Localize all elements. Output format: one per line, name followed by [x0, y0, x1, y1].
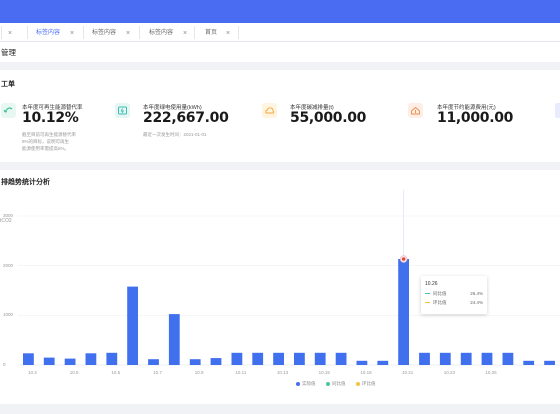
chart-bar[interactable] — [64, 358, 76, 365]
chart-bar[interactable] — [439, 352, 451, 365]
close-icon[interactable]: × — [183, 27, 187, 40]
kpi-savings-value: 11,000.00 — [437, 110, 514, 126]
chart-bar[interactable] — [43, 357, 55, 365]
x-tick-label: 10.18 — [360, 370, 372, 375]
close-icon[interactable]: × — [70, 27, 74, 40]
legend-dot-icon — [356, 381, 360, 386]
y-tick-label: 1000 — [3, 312, 14, 318]
chart-bar[interactable] — [210, 358, 222, 365]
tab-label: 标签内容 — [36, 30, 61, 36]
chart-bar[interactable] — [314, 352, 326, 365]
x-tick-label: 10.9 — [194, 370, 204, 375]
tab-3[interactable]: 标签内容 × — [149, 27, 209, 40]
tab-separator — [238, 26, 239, 39]
legend-dot-icon — [326, 381, 330, 386]
legend-item-mom[interactable]: 环比值 — [356, 381, 376, 387]
page-header: 管理 — [0, 42, 560, 62]
chart-bar[interactable] — [356, 360, 368, 365]
tooltip-row-name: 同比值 — [433, 291, 447, 296]
chart-bar[interactable] — [252, 352, 264, 365]
chart-bar[interactable] — [294, 352, 305, 365]
chart-bar[interactable] — [398, 259, 409, 365]
x-tick-label: 10.5 — [111, 370, 121, 375]
chart-bar[interactable] — [523, 360, 535, 365]
tooltip-row-name: 环比值 — [433, 300, 447, 305]
chart-bar[interactable] — [23, 353, 34, 365]
tab-home[interactable]: 首页 × — [205, 27, 245, 40]
tab-1[interactable]: 标签内容 × — [36, 27, 96, 40]
legend-label: 实际值 — [302, 381, 316, 386]
chart-bar[interactable] — [273, 352, 284, 365]
chart-bar[interactable] — [419, 352, 430, 365]
tooltip-row-value: 24.4% — [470, 300, 483, 305]
tab-separator — [83, 26, 84, 39]
legend-line-icon — [425, 293, 430, 294]
legend-line-icon — [425, 302, 430, 303]
leaf-cycle-icon — [1, 103, 16, 118]
x-tick-label: 10.15 — [318, 370, 330, 375]
kpi-renewable-desc-1: 截至目前可再生能源替代率 — [22, 132, 76, 137]
tab-2[interactable]: 标签内容 × — [92, 27, 152, 40]
close-icon[interactable]: × — [226, 27, 230, 40]
x-tick-label: 10.3 — [28, 370, 37, 375]
kpi-carbon-value: 55,000.00 — [290, 110, 367, 126]
tab-label: 首页 — [205, 30, 218, 36]
x-tick-label: 10.5 — [69, 370, 79, 375]
x-tick-label: 10.23 — [443, 370, 455, 375]
tab-separator — [139, 26, 140, 39]
y-tick-label: 3000 — [3, 213, 14, 218]
highlight-marker-dot — [401, 257, 406, 261]
chart-bar[interactable] — [460, 352, 472, 365]
y-tick-label: 2000 — [3, 262, 14, 268]
x-tick-label: 10.13 — [276, 370, 289, 375]
x-tick-label: 10.25 — [485, 370, 497, 375]
chart-bar[interactable] — [481, 352, 493, 365]
top-app-bar — [0, 0, 560, 23]
chart-bar[interactable] — [148, 359, 159, 365]
kpi-overflow-icon — [555, 103, 560, 118]
legend-item-yoy[interactable]: 同比值 — [326, 381, 346, 387]
legend-dot-icon — [296, 381, 300, 386]
chart-bar[interactable] — [377, 360, 389, 365]
chart-bar[interactable] — [189, 359, 201, 365]
x-tick-label: 10.7 — [153, 370, 162, 375]
legend-item-actual[interactable]: 实际值 — [296, 381, 316, 387]
chart-bar[interactable] — [168, 314, 180, 365]
kpi-renewable-desc-3: 能源使用率需提高8%。 — [22, 146, 70, 151]
tooltip-row-value: 26.4% — [470, 291, 483, 296]
legend-label: 环比值 — [362, 381, 376, 386]
green-power-icon — [115, 103, 130, 118]
chart-bar[interactable] — [85, 353, 97, 365]
chart-bar[interactable] — [231, 352, 243, 365]
x-tick-label: 10.11 — [235, 370, 247, 375]
kpi-renewable-desc-2: 8%的目标，说明可再生 — [22, 139, 70, 144]
chart-tooltip: 10.26 同比值 26.4% 环比值 24.4% — [421, 276, 487, 314]
tab-close-partial[interactable]: × — [0, 27, 14, 40]
tab-label: 标签内容 — [149, 30, 174, 36]
legend-label: 同比值 — [332, 381, 346, 386]
tooltip-title: 10.26 — [425, 281, 438, 287]
kpi-green-power-value: 222,667.00 — [143, 110, 229, 126]
money-save-icon — [408, 103, 423, 118]
chart-bar[interactable] — [335, 352, 347, 365]
tab-separator — [194, 26, 195, 39]
cloud-reduce-icon — [262, 103, 277, 118]
chart-bar[interactable] — [106, 352, 118, 365]
close-icon[interactable]: × — [8, 27, 12, 40]
kpi-green-power-desc: 最近一次发生时间：2021-01-01 — [143, 132, 207, 137]
chart-bar[interactable] — [502, 352, 514, 365]
kpi-renewable-value: 10.12% — [22, 110, 79, 126]
tab-label: 标签内容 — [92, 30, 117, 36]
close-icon[interactable]: × — [126, 27, 130, 40]
overview-title: 工单 — [1, 81, 15, 88]
chart-bar[interactable] — [127, 286, 138, 365]
x-tick-label: 10.21 — [402, 370, 414, 375]
tab-separator — [27, 26, 28, 39]
page-title: 管理 — [1, 48, 16, 57]
tab-bar: × 标签内容 × 标签内容 × 标签内容 × 首页 × — [0, 23, 560, 42]
chart-bar[interactable] — [544, 360, 555, 365]
overview-card: 工单 本年度可再生能源替代率 10.12% 截至目前可再生能源替代率 8%的目标… — [0, 70, 560, 162]
y-tick-label: 0 — [3, 362, 6, 367]
